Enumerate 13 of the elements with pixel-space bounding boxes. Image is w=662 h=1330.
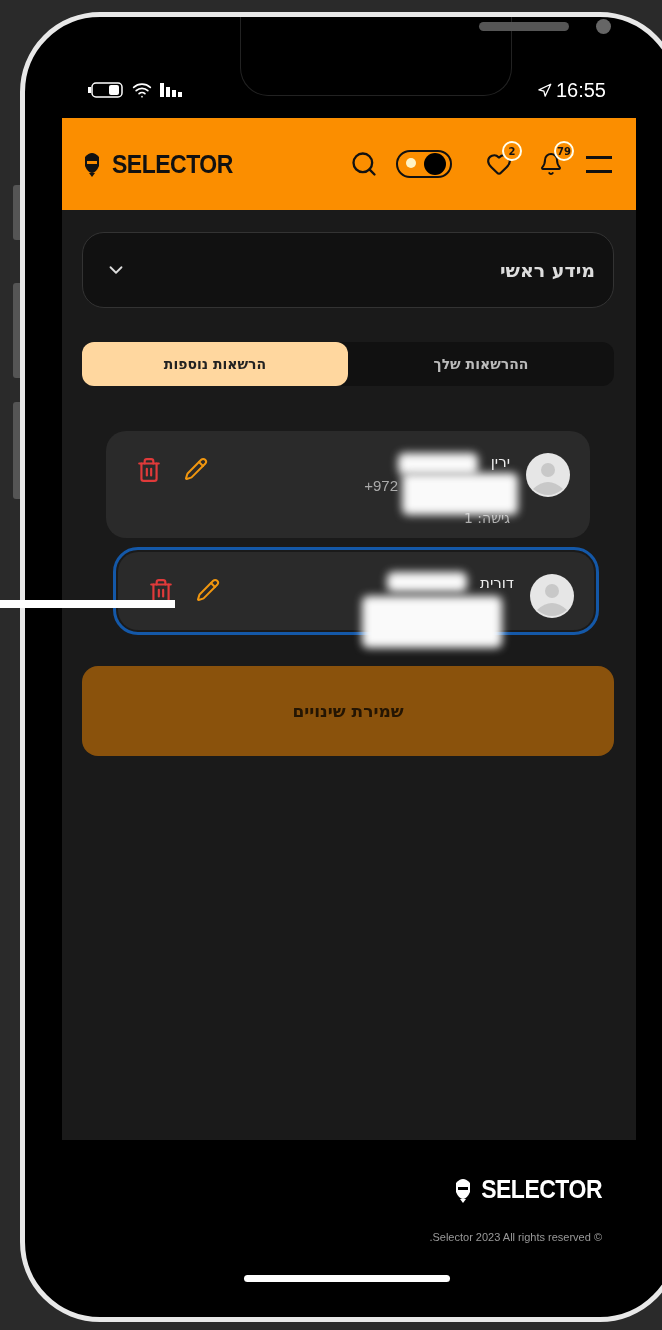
notifications-badge: 79 [554,141,574,161]
user-phone: +972 [364,477,398,494]
status-time: 16:55 [555,78,606,102]
tab[interactable]: הרשאות נוספות [82,342,348,386]
brand-logo: SELECTOR [481,1173,602,1206]
tab[interactable]: ההרשאות שלך [348,342,614,386]
user-name: ירין [490,453,510,471]
access-level: גישה: 1 [463,510,510,526]
user-name: דורית [480,574,514,592]
copyright-text: .Selector 2023 All rights reserved © [429,1231,602,1243]
section-dropdown[interactable]: מידע ראשי [82,232,614,308]
brand-logo: SELECTOR [112,148,233,180]
favorites-badge: 2 [502,141,522,161]
